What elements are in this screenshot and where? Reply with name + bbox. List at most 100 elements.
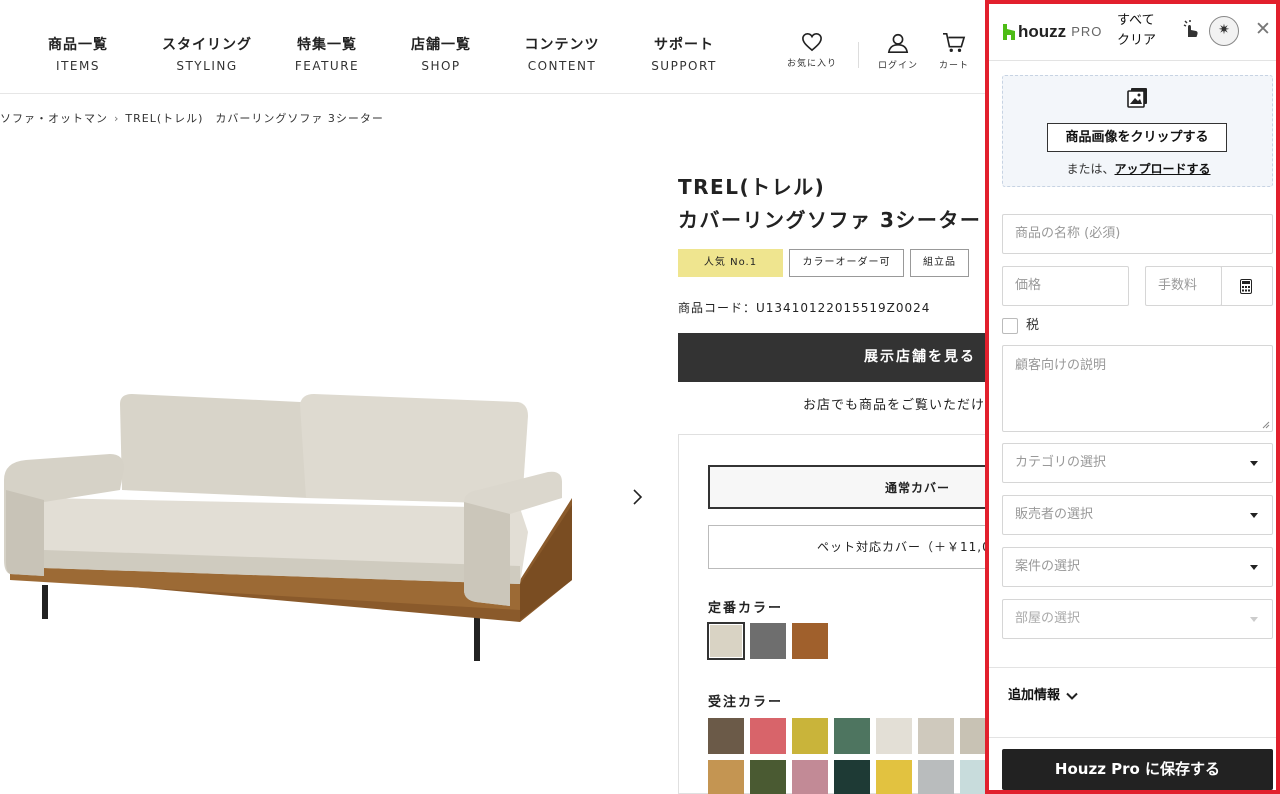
view-stores-button[interactable]: 展示店舗を見る: [678, 333, 988, 382]
caret-down-icon: [1250, 513, 1258, 518]
color-swatch[interactable]: [876, 760, 912, 794]
project-select[interactable]: 案件の選択: [1002, 547, 1273, 587]
product-name-line: カバーリングソファ 3シーター: [678, 208, 982, 232]
favorite-link[interactable]: お気に入り: [777, 32, 847, 69]
nav-items[interactable]: 商品一覧 ITEMS: [18, 34, 138, 73]
order-color-swatches-row1: [708, 718, 1002, 754]
color-swatch[interactable]: [834, 760, 870, 794]
nav-content-en: CONTENT: [527, 59, 597, 73]
color-swatch[interactable]: [708, 718, 744, 754]
cart-label: カート: [938, 61, 969, 71]
upload-link[interactable]: アップロードする: [1115, 162, 1211, 176]
header-divider: [858, 42, 859, 68]
category-select[interactable]: カテゴリの選択: [1002, 443, 1273, 483]
breadcrumb-separator-icon: ›: [114, 112, 120, 125]
nav-shop[interactable]: 店舗一覧 SHOP: [381, 34, 501, 73]
caret-down-icon: [1250, 565, 1258, 570]
houzz-pro-logo: houzz PRO: [1002, 21, 1102, 42]
product-code: 商品コード：U13410122015519Z0024: [678, 301, 931, 315]
cart-link[interactable]: カート: [919, 32, 989, 71]
pet-cover-option[interactable]: ペット対応カバー（＋￥11,000）: [708, 525, 990, 569]
loading-spinner-icon[interactable]: ✷: [1209, 16, 1239, 46]
badge-popular: 人気 No.1: [678, 249, 783, 277]
nav-items-en: ITEMS: [56, 59, 100, 73]
vendor-select-value: 販売者の選択: [1015, 507, 1094, 522]
vendor-select[interactable]: 販売者の選択: [1002, 495, 1273, 535]
houzz-logo-icon: [1003, 23, 1015, 40]
product-title: TREL(トレル) カバーリングソファ 3シーター: [678, 171, 981, 237]
nav-items-jp: 商品一覧: [48, 37, 108, 53]
nav-styling-jp: スタイリング: [162, 37, 252, 53]
favorite-label: お気に入り: [786, 59, 837, 69]
calculator-button[interactable]: [1221, 266, 1273, 306]
clipper-header: houzz PRO すべてクリア ✷ ✕: [989, 4, 1276, 61]
upload-prefix: または、: [1066, 162, 1115, 176]
product-image[interactable]: [0, 380, 600, 670]
color-swatch[interactable]: [918, 760, 954, 794]
room-select[interactable]: 部屋の選択: [1002, 599, 1273, 639]
save-to-houzz-pro-button[interactable]: Houzz Pro に保存する: [1002, 749, 1273, 790]
clip-image-dropzone[interactable]: 商品画像をクリップする または、アップロードする: [1002, 75, 1273, 187]
product-badges: 人気 No.1 カラーオーダー可 組立品: [678, 249, 975, 277]
breadcrumb-current: TREL(トレル) カバーリングソファ 3シーター: [125, 112, 384, 125]
caret-down-icon: [1250, 461, 1258, 466]
calculator-icon: [1240, 279, 1252, 294]
color-swatch[interactable]: [750, 760, 786, 794]
tax-checkbox[interactable]: [1002, 317, 1018, 334]
description-textarea[interactable]: 顧客向けの説明: [1002, 345, 1273, 432]
color-swatch[interactable]: [750, 718, 786, 754]
color-swatch[interactable]: [708, 760, 744, 794]
color-swatch[interactable]: [876, 718, 912, 754]
color-swatch[interactable]: [792, 760, 828, 794]
standard-color-swatches: [707, 622, 834, 660]
color-swatch[interactable]: [918, 718, 954, 754]
houzz-wordmark: houzz: [1018, 21, 1067, 41]
nav-feature-jp: 特集一覧: [297, 37, 357, 53]
fee-input[interactable]: 手数料: [1145, 266, 1222, 306]
tap-gesture-icon[interactable]: [1181, 19, 1201, 39]
nav-feature-en: FEATURE: [294, 59, 360, 73]
color-swatch[interactable]: [834, 718, 870, 754]
nav-content[interactable]: コンテンツ CONTENT: [502, 34, 622, 73]
upload-line: または、アップロードする: [1003, 160, 1274, 177]
image-clip-icon: [1127, 88, 1147, 108]
caret-down-icon: [1250, 617, 1258, 622]
nav-shop-jp: 店舗一覧: [411, 37, 471, 53]
breadcrumb-category[interactable]: ソファ・オットマン: [0, 112, 108, 125]
category-select-value: カテゴリの選択: [1015, 455, 1107, 470]
additional-info-toggle[interactable]: 追加情報: [1008, 684, 1078, 703]
color-swatch[interactable]: [792, 623, 828, 659]
price-input[interactable]: 価格: [1002, 266, 1129, 306]
sofa-illustration: [4, 394, 572, 661]
color-swatch[interactable]: [707, 622, 745, 660]
standard-colors-label: 定番カラー: [708, 601, 784, 616]
additional-info-label: 追加情報: [1008, 688, 1061, 703]
clip-product-image-button[interactable]: 商品画像をクリップする: [1047, 123, 1227, 152]
nav-support-jp: サポート: [654, 37, 714, 53]
standard-cover-option[interactable]: 通常カバー: [708, 465, 990, 509]
chevron-right-icon[interactable]: [630, 487, 646, 507]
color-swatch[interactable]: [792, 718, 828, 754]
tax-checkbox-row[interactable]: 税: [1002, 314, 1039, 334]
order-colors-label: 受注カラー: [708, 695, 784, 710]
nav-styling[interactable]: スタイリング STYLING: [147, 34, 267, 73]
houzz-pro-wordmark: PRO: [1071, 24, 1103, 39]
product-name-input[interactable]: 商品の名称 (必須): [1002, 214, 1273, 254]
chevron-down-icon: [1066, 692, 1078, 700]
site-header: 商品一覧 ITEMS スタイリング STYLING 特集一覧 FEATURE 店…: [0, 0, 985, 94]
nav-support-en: SUPPORT: [651, 59, 717, 73]
tax-label: 税: [1026, 318, 1040, 333]
description-placeholder: 顧客向けの説明: [1015, 358, 1107, 373]
color-swatch[interactable]: [750, 623, 786, 659]
cart-icon: [943, 33, 966, 52]
nav-support[interactable]: サポート SUPPORT: [624, 34, 744, 73]
clear-all-button[interactable]: すべてクリア: [1117, 11, 1165, 51]
nav-feature[interactable]: 特集一覧 FEATURE: [267, 34, 387, 73]
nav-content-jp: コンテンツ: [524, 37, 600, 53]
breadcrumb: ソファ・オットマン › TREL(トレル) カバーリングソファ 3シーター: [0, 110, 384, 126]
resize-handle-icon[interactable]: [1262, 421, 1270, 429]
room-select-value: 部屋の選択: [1015, 611, 1081, 626]
badge-color-order: カラーオーダー可: [789, 249, 904, 277]
badge-assembly: 組立品: [910, 249, 969, 277]
close-icon[interactable]: ✕: [1255, 19, 1271, 39]
